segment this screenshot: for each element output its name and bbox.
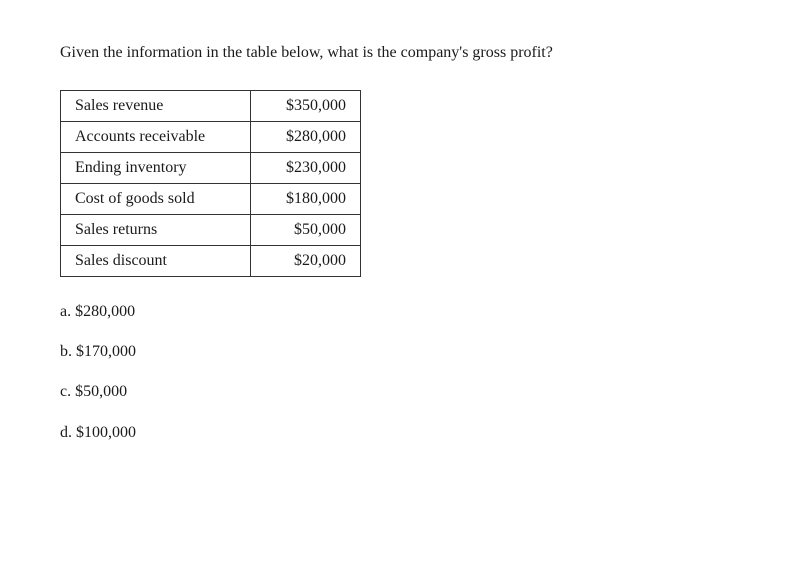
table-cell-value: $280,000 — [251, 121, 361, 152]
answer-options: a. $280,000 b. $170,000 c. $50,000 d. $100,… — [60, 301, 726, 445]
table-cell-value: $180,000 — [251, 183, 361, 214]
table-cell-value: $50,000 — [251, 214, 361, 245]
answer-option: b. $170,000 — [60, 341, 726, 363]
table-cell-value: $350,000 — [251, 90, 361, 121]
table-cell-value: $20,000 — [251, 245, 361, 276]
table-row: Sales revenue$350,000 — [61, 90, 361, 121]
table-cell-label: Sales returns — [61, 214, 251, 245]
table-cell-label: Ending inventory — [61, 152, 251, 183]
table-row: Accounts receivable$280,000 — [61, 121, 361, 152]
table-row: Sales returns$50,000 — [61, 214, 361, 245]
table-cell-value: $230,000 — [251, 152, 361, 183]
table-cell-label: Sales revenue — [61, 90, 251, 121]
answer-option: d. $100,000 — [60, 422, 726, 444]
table-row: Ending inventory$230,000 — [61, 152, 361, 183]
table-cell-label: Accounts receivable — [61, 121, 251, 152]
table-row: Cost of goods sold$180,000 — [61, 183, 361, 214]
table-cell-label: Cost of goods sold — [61, 183, 251, 214]
answer-option: c. $50,000 — [60, 381, 726, 403]
table-cell-label: Sales discount — [61, 245, 251, 276]
question-text: Given the information in the table below… — [60, 40, 726, 66]
table-row: Sales discount$20,000 — [61, 245, 361, 276]
answer-option: a. $280,000 — [60, 301, 726, 323]
data-table: Sales revenue$350,000Accounts receivable… — [60, 90, 361, 277]
